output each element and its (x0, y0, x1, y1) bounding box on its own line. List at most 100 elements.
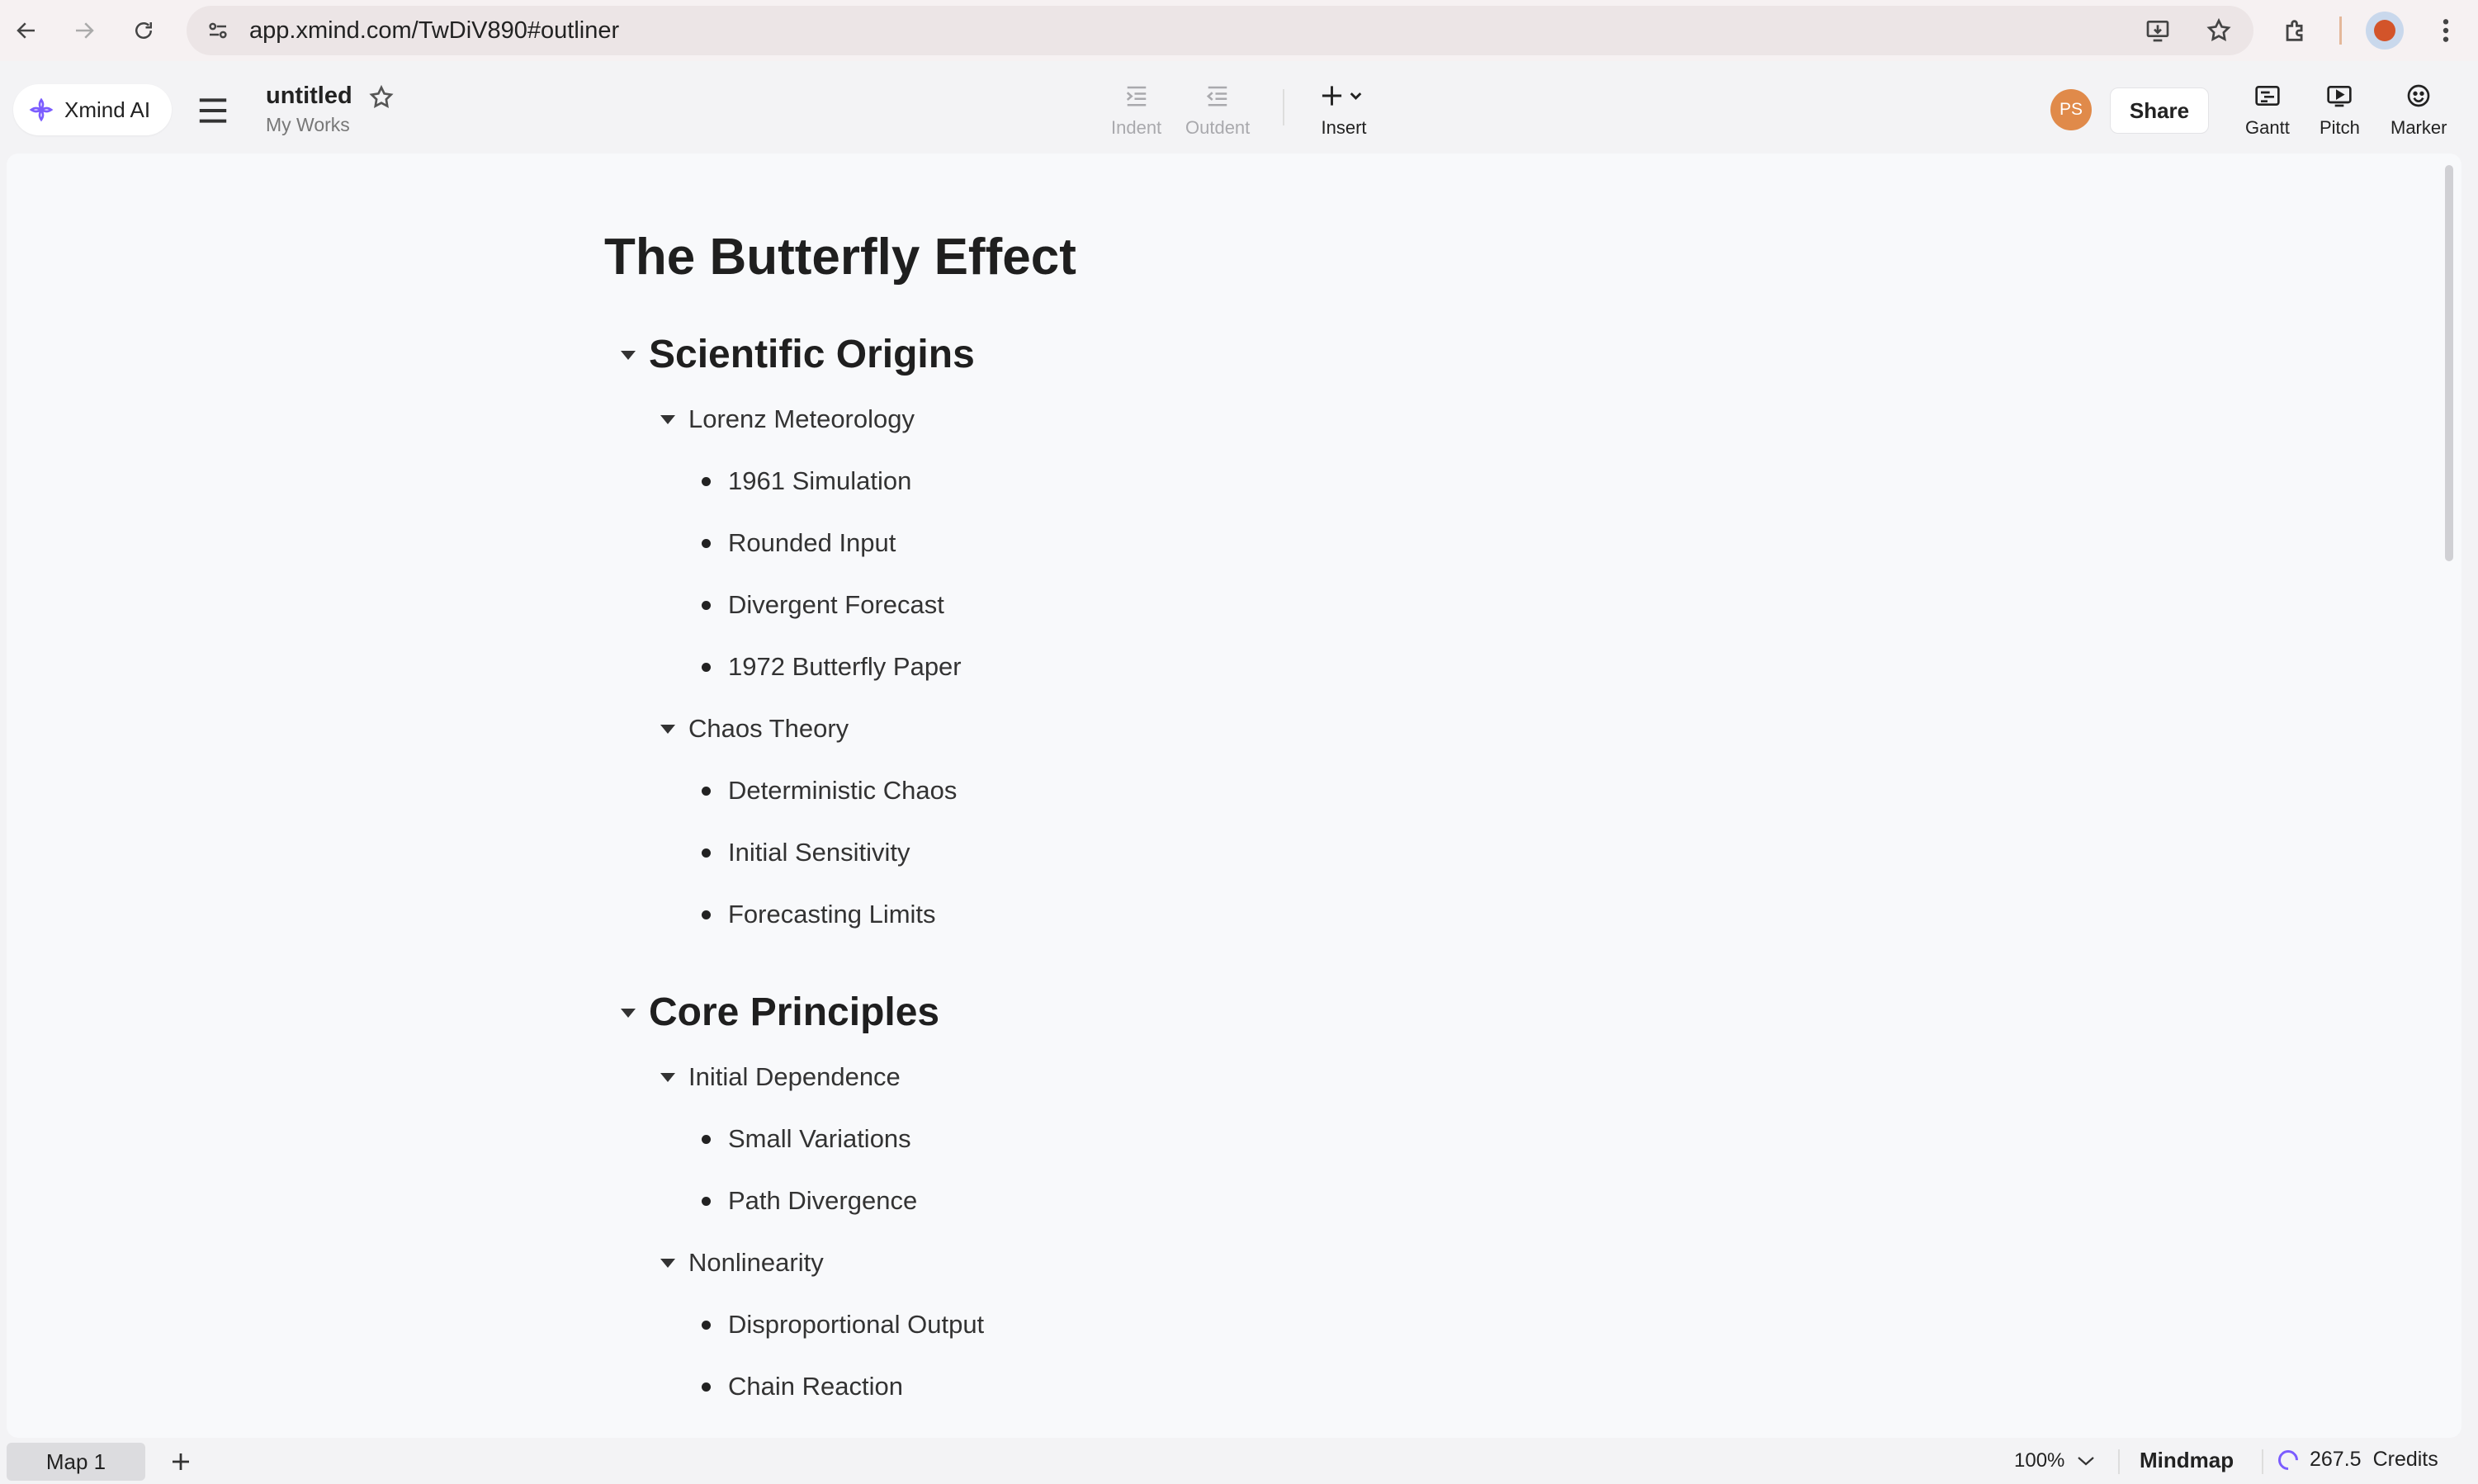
list-item[interactable]: Chain Reaction (604, 1355, 2090, 1417)
vertical-scrollbar[interactable] (2442, 165, 2457, 1428)
site-settings-icon[interactable] (200, 12, 236, 49)
add-sheet-plus-icon[interactable] (163, 1444, 198, 1479)
more-menu-icon[interactable] (2427, 12, 2465, 50)
collapse-caret-icon[interactable] (660, 1259, 675, 1268)
gantt-label: Gantt (2245, 117, 2290, 138)
share-button[interactable]: Share (2110, 87, 2209, 134)
list-item-label[interactable]: Divergent Forecast (728, 590, 944, 620)
list-item-label[interactable]: Deterministic Chaos (728, 776, 957, 806)
xmind-ai-button[interactable]: Xmind AI (13, 84, 172, 135)
list-item[interactable]: 1972 Butterfly Paper (604, 636, 2090, 697)
bullet-icon (702, 1321, 711, 1330)
scrollbar-thumb[interactable] (2445, 165, 2453, 561)
list-item[interactable]: Divergent Forecast (604, 574, 2090, 636)
list-item-label[interactable]: Initial Sensitivity (728, 838, 910, 867)
status-bar: Map 1 100% Mindmap 267.5 Credits (0, 1438, 2478, 1484)
bullet-icon (702, 601, 711, 610)
list-item[interactable]: Path Divergence (604, 1170, 2090, 1231)
subtopic-label[interactable]: Chaos Theory (688, 714, 849, 744)
subtopic-row[interactable]: Lorenz Meteorology (604, 388, 2090, 450)
zoom-selector[interactable]: 100% (2014, 1449, 2096, 1472)
outdent-label: Outdent (1185, 117, 1251, 138)
gantt-icon (2251, 81, 2284, 111)
bullet-icon (702, 477, 711, 486)
profile-avatar-icon[interactable] (2366, 12, 2404, 50)
bookmark-star-icon[interactable] (2201, 12, 2237, 49)
list-item-label[interactable]: Disproportional Output (728, 1310, 984, 1340)
browser-toolbar: app.xmind.com/TwDiV890#outliner (0, 0, 2478, 61)
outliner-canvas: The Butterfly Effect Scientific Origins … (7, 154, 2461, 1438)
main-topic-label[interactable]: Scientific Origins (649, 332, 975, 377)
user-avatar[interactable]: PS (2050, 89, 2092, 130)
hamburger-menu-icon[interactable] (195, 96, 231, 125)
bullet-icon (702, 1135, 711, 1144)
outline-tree: The Butterfly Effect Scientific Origins … (604, 228, 2090, 1417)
status-divider (2262, 1449, 2263, 1474)
marker-button[interactable]: Marker (2391, 81, 2447, 139)
list-item-label[interactable]: 1972 Butterfly Paper (728, 652, 962, 682)
collapse-caret-icon[interactable] (660, 1073, 675, 1082)
reload-icon[interactable] (121, 7, 167, 54)
subtopic-row[interactable]: Nonlinearity (604, 1231, 2090, 1293)
install-app-icon[interactable] (2140, 12, 2176, 49)
central-topic-title[interactable]: The Butterfly Effect (604, 228, 2090, 287)
subtopic-row[interactable]: Chaos Theory (604, 697, 2090, 759)
forward-arrow-icon[interactable] (61, 7, 107, 54)
indent-icon (1120, 81, 1153, 111)
main-topic-label[interactable]: Core Principles (649, 990, 939, 1035)
credits-ring-icon (2274, 1445, 2302, 1474)
credits-value: 267.5 (2310, 1448, 2362, 1471)
bullet-icon (702, 663, 711, 672)
list-item-label[interactable]: 1961 Simulation (728, 466, 911, 496)
bullet-icon (702, 1197, 711, 1206)
insert-label: Insert (1321, 117, 1367, 138)
list-item[interactable]: Initial Sensitivity (604, 821, 2090, 883)
list-item-label[interactable]: Path Divergence (728, 1186, 917, 1216)
subtopic-label[interactable]: Lorenz Meteorology (688, 404, 915, 434)
outdent-button[interactable]: Outdent (1185, 81, 1250, 139)
sheet-tab[interactable]: Map 1 (7, 1443, 145, 1481)
status-divider (2118, 1449, 2120, 1474)
list-item-label[interactable]: Rounded Input (728, 528, 896, 558)
list-item[interactable]: Forecasting Limits (604, 883, 2090, 945)
list-item[interactable]: 1961 Simulation (604, 450, 2090, 512)
xmind-ai-label: Xmind AI (64, 97, 151, 122)
pitch-button[interactable]: Pitch (2320, 81, 2360, 139)
gantt-button[interactable]: Gantt (2245, 81, 2290, 139)
favorite-star-icon[interactable] (368, 84, 395, 111)
list-item[interactable]: Disproportional Output (604, 1293, 2090, 1355)
subtopic-row[interactable]: Initial Dependence (604, 1046, 2090, 1108)
collapse-caret-icon[interactable] (621, 1009, 636, 1018)
subtopic-label[interactable]: Initial Dependence (688, 1062, 901, 1092)
address-bar[interactable]: app.xmind.com/TwDiV890#outliner (187, 6, 2253, 55)
outline-section: Scientific Origins Lorenz Meteorology 19… (604, 320, 2090, 945)
extensions-puzzle-icon[interactable] (2275, 10, 2316, 51)
outline-section: Core Principles Initial Dependence Small… (604, 978, 2090, 1417)
back-arrow-icon[interactable] (3, 7, 50, 54)
bullet-icon (702, 1382, 711, 1392)
main-topic-row[interactable]: Core Principles (604, 978, 2090, 1046)
list-item[interactable]: Rounded Input (604, 512, 2090, 574)
bullet-icon (702, 539, 711, 548)
mindmap-view-button[interactable]: Mindmap (2140, 1448, 2234, 1473)
url-text[interactable]: app.xmind.com/TwDiV890#outliner (249, 17, 619, 45)
bullet-icon (702, 848, 711, 858)
list-item-label[interactable]: Forecasting Limits (728, 900, 936, 929)
document-folder[interactable]: My Works (266, 114, 350, 136)
document-title[interactable]: untitled (266, 83, 352, 110)
collapse-caret-icon[interactable] (660, 415, 675, 424)
list-item[interactable]: Deterministic Chaos (604, 759, 2090, 821)
indent-button[interactable]: Indent (1111, 81, 1161, 139)
list-item[interactable]: Small Variations (604, 1108, 2090, 1170)
collapse-caret-icon[interactable] (660, 725, 675, 734)
main-topic-row[interactable]: Scientific Origins (604, 320, 2090, 388)
plus-chevron-icon (1319, 81, 1369, 111)
list-item-label[interactable]: Small Variations (728, 1124, 911, 1154)
outdent-icon (1201, 81, 1234, 111)
credits-indicator[interactable]: 267.5 Credits (2274, 1445, 2438, 1474)
insert-button[interactable]: Insert (1319, 81, 1369, 139)
list-item-label[interactable]: Chain Reaction (728, 1372, 903, 1401)
bullet-icon (702, 910, 711, 919)
subtopic-label[interactable]: Nonlinearity (688, 1248, 824, 1278)
collapse-caret-icon[interactable] (621, 351, 636, 360)
